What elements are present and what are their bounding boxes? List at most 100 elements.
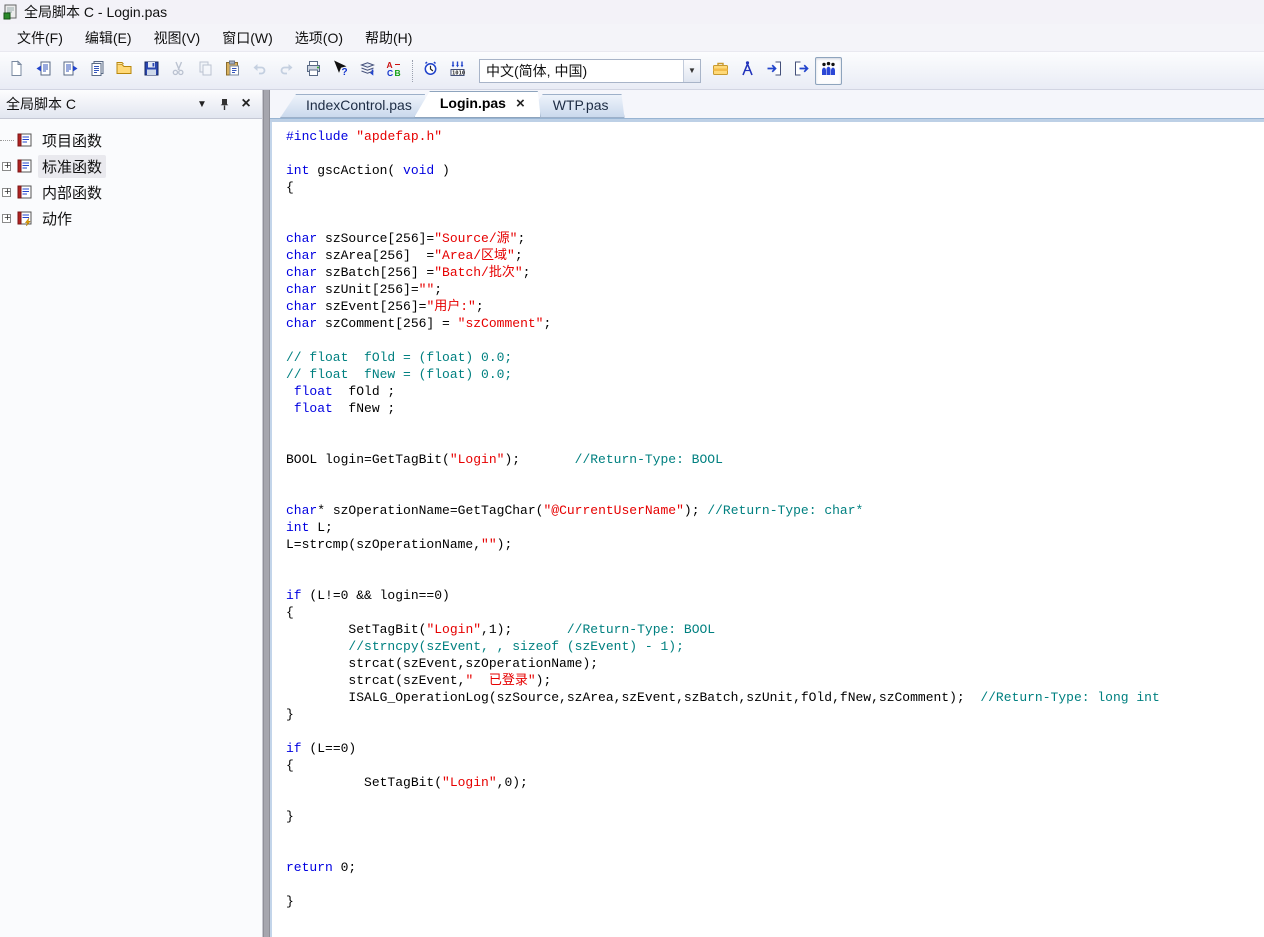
code-line bbox=[286, 485, 1264, 502]
toolbar-compass-button[interactable] bbox=[734, 57, 761, 85]
tab-IndexControl.pas[interactable]: IndexControl.pas bbox=[280, 94, 428, 118]
code-segment: char bbox=[286, 282, 317, 297]
tree-item-动作[interactable]: 动作 bbox=[0, 205, 262, 231]
code-segment: szArea[256] = bbox=[317, 248, 434, 263]
code-line: if (L!=0 && login==0) bbox=[286, 587, 1264, 604]
code-line: int L; bbox=[286, 519, 1264, 536]
code-line: char* szOperationName=GetTagChar("@Curre… bbox=[286, 502, 1264, 519]
menu-bar: 文件(F)编辑(E)视图(V)窗口(W)选项(O)帮助(H) bbox=[0, 24, 1264, 52]
compass-icon bbox=[739, 60, 756, 82]
code-segment: float bbox=[294, 384, 333, 399]
combo-dropdown-icon[interactable]: ▼ bbox=[683, 60, 700, 82]
tree-item-标准函数[interactable]: 标准函数 bbox=[0, 153, 262, 179]
close-icon[interactable]: × bbox=[236, 94, 256, 114]
code-line bbox=[286, 842, 1264, 859]
code-line bbox=[286, 791, 1264, 808]
toolbar-sign-out-button[interactable] bbox=[788, 57, 815, 85]
code-segment: ,1); bbox=[481, 622, 567, 637]
code-line bbox=[286, 196, 1264, 213]
code-segment: szBatch[256] = bbox=[317, 265, 434, 280]
toolbar-cut-button bbox=[165, 57, 192, 85]
tree-stub bbox=[0, 140, 14, 141]
action-icon bbox=[16, 210, 34, 226]
tree-item-label: 内部函数 bbox=[38, 181, 106, 204]
toolbar-paste-button[interactable] bbox=[219, 57, 246, 85]
toolbar-doc-arrow-out-button[interactable] bbox=[57, 57, 84, 85]
toolbar-sign-in-button[interactable] bbox=[761, 57, 788, 85]
code-segment: "Login" bbox=[426, 622, 481, 637]
tab-WTP.pas[interactable]: WTP.pas bbox=[527, 94, 625, 118]
pin-icon[interactable] bbox=[214, 94, 234, 114]
toolbar-open-folder-button[interactable] bbox=[111, 57, 138, 85]
tree-item-内部函数[interactable]: 内部函数 bbox=[0, 179, 262, 205]
toolbar-doc-lines-button[interactable] bbox=[84, 57, 111, 85]
code-segment: szComment[256] = bbox=[317, 316, 457, 331]
undo-icon bbox=[251, 60, 268, 82]
menu-item-help[interactable]: 帮助(H) bbox=[354, 24, 423, 52]
code-line: char szUnit[256]=""; bbox=[286, 281, 1264, 298]
doc-arrow-out-icon bbox=[62, 60, 79, 82]
sidebar-panel: 全局脚本 C ▼ × 项目函数标准函数内部函数动作 bbox=[0, 90, 263, 937]
toolbar-doc-arrow-in-button[interactable] bbox=[30, 57, 57, 85]
toolbar-tag-values-button[interactable]: 1010 bbox=[444, 57, 471, 85]
toolbar-help-pointer-button[interactable]: ? bbox=[327, 57, 354, 85]
code-segment: } bbox=[286, 707, 294, 722]
code-segment: int bbox=[286, 520, 309, 535]
code-segment: char bbox=[286, 231, 317, 246]
code-line bbox=[286, 417, 1264, 434]
svg-text:B: B bbox=[395, 68, 401, 77]
toolbar-print-button[interactable] bbox=[300, 57, 327, 85]
code-area: #include "apdefap.h" int gscAction( void… bbox=[272, 122, 1264, 910]
code-segment: SetTagBit( bbox=[286, 775, 442, 790]
toolbar-compile-stack-button[interactable] bbox=[354, 57, 381, 85]
code-segment: szUnit[256]= bbox=[317, 282, 418, 297]
code-line: char szBatch[256] ="Batch/批次"; bbox=[286, 264, 1264, 281]
code-segment: char bbox=[286, 265, 317, 280]
code-segment bbox=[286, 384, 294, 399]
code-segment: "" bbox=[419, 282, 435, 297]
menu-item-view[interactable]: 视图(V) bbox=[143, 24, 212, 52]
panel-splitter[interactable] bbox=[263, 90, 270, 937]
toolbar-save-button[interactable] bbox=[138, 57, 165, 85]
code-segment bbox=[286, 401, 294, 416]
chevron-down-icon[interactable]: ▼ bbox=[192, 94, 212, 114]
tab-close-icon[interactable]: × bbox=[516, 96, 525, 111]
code-segment: //Return-Type: char* bbox=[707, 503, 863, 518]
language-select[interactable]: 中文(简体, 中国)▼ bbox=[479, 59, 701, 83]
menu-item-options[interactable]: 选项(O) bbox=[284, 24, 354, 52]
toolbar-toolbox-button[interactable] bbox=[707, 57, 734, 85]
expand-plus-icon[interactable] bbox=[2, 188, 11, 197]
code-line: if (L==0) bbox=[286, 740, 1264, 757]
code-segment: char bbox=[286, 316, 317, 331]
tree-item-label: 标准函数 bbox=[38, 155, 106, 178]
menu-item-window[interactable]: 窗口(W) bbox=[211, 24, 284, 52]
code-segment: "Batch/批次" bbox=[434, 265, 522, 280]
toolbar-new-document-button[interactable] bbox=[3, 57, 30, 85]
code-segment: if bbox=[286, 741, 302, 756]
menu-item-file[interactable]: 文件(F) bbox=[6, 24, 74, 52]
code-segment: "Area/区域" bbox=[434, 248, 515, 263]
code-line: } bbox=[286, 893, 1264, 910]
toolbar-users-button[interactable] bbox=[815, 57, 842, 85]
menu-item-edit[interactable]: 编辑(E) bbox=[74, 24, 143, 52]
tab-Login.pas[interactable]: Login.pas× bbox=[414, 91, 541, 118]
toolbar-abc-syntax-button[interactable]: ACB bbox=[381, 57, 408, 85]
users-icon bbox=[820, 60, 837, 82]
code-segment: "szComment" bbox=[458, 316, 544, 331]
cut-icon bbox=[170, 60, 187, 82]
expand-plus-icon[interactable] bbox=[2, 162, 11, 171]
code-segment: char bbox=[286, 299, 317, 314]
tree-item-项目函数[interactable]: 项目函数 bbox=[0, 127, 262, 153]
code-segment: //Return-Type: BOOL bbox=[567, 622, 715, 637]
tag-values-icon: 1010 bbox=[449, 60, 466, 82]
code-segment: if bbox=[286, 588, 302, 603]
tab-strip: IndexControl.pasLogin.pas×WTP.pas bbox=[270, 90, 1264, 118]
code-segment: BOOL login=GetTagBit( bbox=[286, 452, 450, 467]
expand-plus-icon[interactable] bbox=[2, 214, 11, 223]
save-icon bbox=[143, 60, 160, 82]
code-segment: char bbox=[286, 248, 317, 263]
code-line: strcat(szEvent,szOperationName); bbox=[286, 655, 1264, 672]
code-editor[interactable]: #include "apdefap.h" int gscAction( void… bbox=[270, 122, 1264, 937]
code-segment: char bbox=[286, 503, 317, 518]
toolbar-clock-trigger-button[interactable] bbox=[417, 57, 444, 85]
